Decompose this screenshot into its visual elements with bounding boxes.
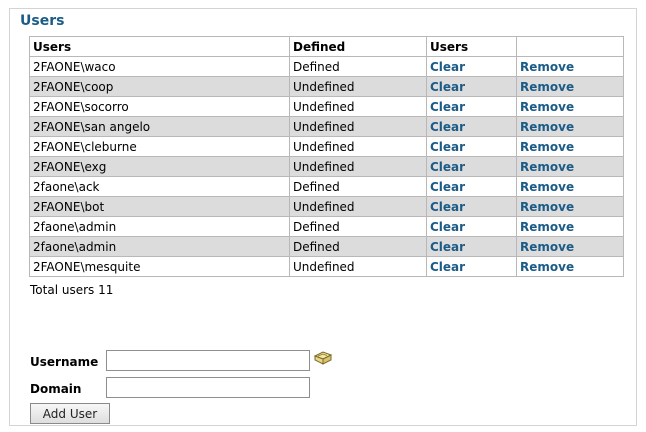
- status-cell: Undefined: [289, 136, 427, 157]
- status-cell: Undefined: [289, 156, 427, 177]
- remove-cell: Remove: [516, 256, 624, 277]
- clear-link[interactable]: Clear: [430, 60, 465, 74]
- status-cell: Defined: [289, 216, 427, 237]
- header-users: Users: [29, 36, 290, 57]
- user-cell: 2faone\admin: [29, 236, 290, 257]
- user-cell: 2FAONE\socorro: [29, 96, 290, 117]
- clear-link[interactable]: Clear: [430, 220, 465, 234]
- username-label: Username: [30, 355, 99, 369]
- remove-link[interactable]: Remove: [520, 100, 574, 114]
- user-cell: 2faone\ack: [29, 176, 290, 197]
- remove-cell: Remove: [516, 196, 624, 217]
- table-row: 2faone\admin Defined Clear Remove: [29, 216, 624, 237]
- user-cell: 2FAONE\san angelo: [29, 116, 290, 137]
- clear-cell: Clear: [426, 176, 517, 197]
- table-row: 2faone\admin Defined Clear Remove: [29, 236, 624, 257]
- clear-cell: Clear: [426, 76, 517, 97]
- clear-link[interactable]: Clear: [430, 140, 465, 154]
- user-cell: 2FAONE\waco: [29, 56, 290, 77]
- remove-link[interactable]: Remove: [520, 200, 574, 214]
- users-table: Users Defined Users 2FAONE\waco Defined Cl…: [29, 36, 624, 277]
- table-header-row: Users Defined Users: [29, 36, 624, 57]
- remove-link[interactable]: Remove: [520, 240, 574, 254]
- remove-cell: Remove: [516, 76, 624, 97]
- remove-link[interactable]: Remove: [520, 80, 574, 94]
- clear-link[interactable]: Clear: [430, 160, 465, 174]
- domain-input[interactable]: [106, 377, 310, 398]
- remove-cell: Remove: [516, 136, 624, 157]
- user-cell: 2FAONE\coop: [29, 76, 290, 97]
- clear-link[interactable]: Clear: [430, 100, 465, 114]
- address-book-icon[interactable]: [313, 350, 333, 366]
- clear-cell: Clear: [426, 236, 517, 257]
- table-row: 2FAONE\waco Defined Clear Remove: [29, 56, 624, 77]
- clear-link[interactable]: Clear: [430, 200, 465, 214]
- remove-link[interactable]: Remove: [520, 260, 574, 274]
- remove-cell: Remove: [516, 56, 624, 77]
- remove-cell: Remove: [516, 96, 624, 117]
- status-cell: Defined: [289, 236, 427, 257]
- remove-cell: Remove: [516, 236, 624, 257]
- status-cell: Defined: [289, 176, 427, 197]
- remove-cell: Remove: [516, 156, 624, 177]
- user-cell: 2FAONE\bot: [29, 196, 290, 217]
- remove-link[interactable]: Remove: [520, 180, 574, 194]
- clear-cell: Clear: [426, 96, 517, 117]
- remove-cell: Remove: [516, 216, 624, 237]
- remove-cell: Remove: [516, 176, 624, 197]
- status-cell: Undefined: [289, 76, 427, 97]
- total-users: Total users 11: [30, 283, 114, 297]
- status-cell: Undefined: [289, 256, 427, 277]
- status-cell: Undefined: [289, 196, 427, 217]
- remove-cell: Remove: [516, 116, 624, 137]
- username-input[interactable]: [106, 350, 310, 371]
- clear-link[interactable]: Clear: [430, 80, 465, 94]
- clear-cell: Clear: [426, 196, 517, 217]
- clear-link[interactable]: Clear: [430, 120, 465, 134]
- remove-link[interactable]: Remove: [520, 60, 574, 74]
- user-cell: 2FAONE\cleburne: [29, 136, 290, 157]
- status-cell: Undefined: [289, 96, 427, 117]
- header-remove: [516, 36, 624, 57]
- user-cell: 2FAONE\mesquite: [29, 256, 290, 277]
- table-row: 2FAONE\san angelo Undefined Clear Remove: [29, 116, 624, 137]
- section-title: Users: [20, 13, 65, 29]
- table-row: 2FAONE\socorro Undefined Clear Remove: [29, 96, 624, 117]
- clear-cell: Clear: [426, 136, 517, 157]
- remove-link[interactable]: Remove: [520, 220, 574, 234]
- header-defined: Defined: [289, 36, 427, 57]
- clear-link[interactable]: Clear: [430, 240, 465, 254]
- clear-cell: Clear: [426, 216, 517, 237]
- status-cell: Defined: [289, 56, 427, 77]
- clear-cell: Clear: [426, 256, 517, 277]
- table-row: 2FAONE\coop Undefined Clear Remove: [29, 76, 624, 97]
- domain-label: Domain: [30, 382, 82, 396]
- user-cell: 2faone\admin: [29, 216, 290, 237]
- table-row: 2FAONE\mesquite Undefined Clear Remove: [29, 256, 624, 277]
- header-users-actions: Users: [426, 36, 517, 57]
- add-user-button[interactable]: Add User: [30, 403, 110, 424]
- table-row: 2FAONE\exg Undefined Clear Remove: [29, 156, 624, 177]
- table-row: 2FAONE\cleburne Undefined Clear Remove: [29, 136, 624, 157]
- clear-link[interactable]: Clear: [430, 180, 465, 194]
- clear-cell: Clear: [426, 56, 517, 77]
- table-row: 2faone\ack Defined Clear Remove: [29, 176, 624, 197]
- remove-link[interactable]: Remove: [520, 140, 574, 154]
- clear-cell: Clear: [426, 116, 517, 137]
- table-row: 2FAONE\bot Undefined Clear Remove: [29, 196, 624, 217]
- user-cell: 2FAONE\exg: [29, 156, 290, 177]
- status-cell: Undefined: [289, 116, 427, 137]
- remove-link[interactable]: Remove: [520, 120, 574, 134]
- clear-link[interactable]: Clear: [430, 260, 465, 274]
- clear-cell: Clear: [426, 156, 517, 177]
- remove-link[interactable]: Remove: [520, 160, 574, 174]
